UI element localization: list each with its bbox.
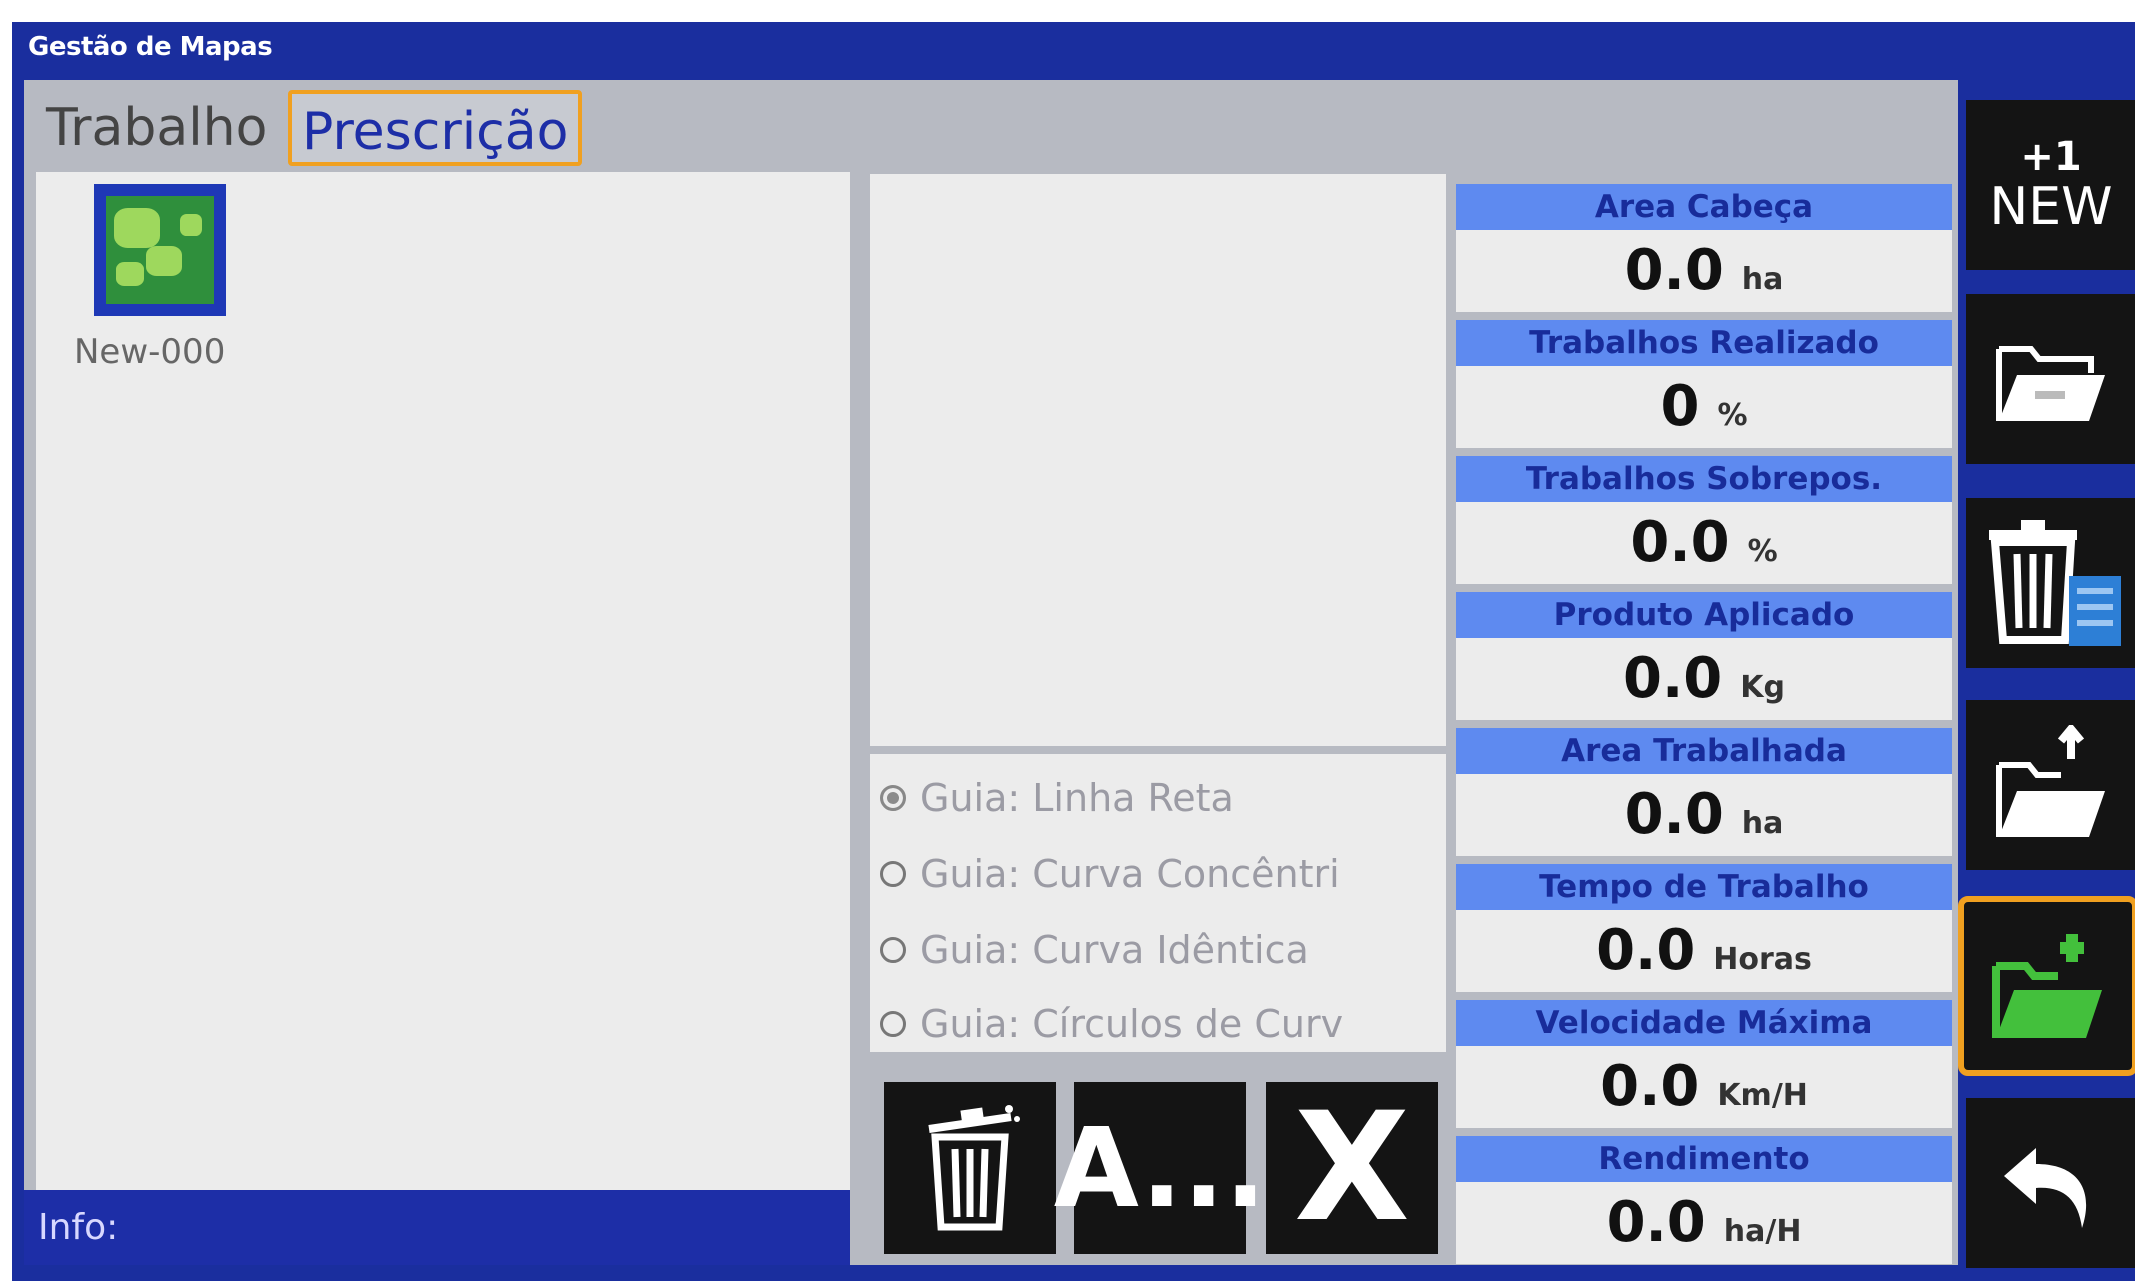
guide-option-circulos[interactable]: Guia: Círculos de Curv [880,994,1343,1054]
tab-prescricao[interactable]: Prescrição [288,90,583,166]
stat-tempo-de-trabalho: Tempo de Trabalho 0.0 Horas [1450,864,1958,992]
stat-value: 0.0 Km/H [1456,1046,1952,1128]
stat-title: Rendimento [1456,1136,1952,1182]
stat-unit: ha [1741,262,1784,297]
stat-title: Trabalhos Sobrepos. [1456,456,1952,502]
stat-value: 0.0 Kg [1456,638,1952,720]
stat-number: 0.0 [1600,1054,1700,1119]
stat-number: 0.0 [1623,646,1723,711]
map-preview [870,174,1446,746]
stat-unit: Km/H [1717,1078,1808,1113]
stat-title: Area Cabeça [1456,184,1952,230]
back-button[interactable] [1966,1098,2135,1268]
guide-option-linha-reta[interactable]: Guia: Linha Reta [880,768,1234,828]
stat-number: 0.0 [1624,238,1724,303]
stat-value: 0.0 ha/H [1456,1182,1952,1264]
stat-unit: % [1747,534,1778,569]
map-list[interactable]: New-000 [36,172,850,1190]
tab-trabalho[interactable]: Trabalho [36,90,277,166]
guide-label: Guia: Círculos de Curv [920,1002,1344,1046]
stat-title: Trabalhos Realizado [1456,320,1952,366]
folder-open-icon [1996,346,2105,421]
stat-unit: % [1717,398,1748,433]
stat-rendimento: Rendimento 0.0 ha/H [1450,1136,1958,1264]
back-arrow-icon [2004,1148,2087,1228]
stat-unit: ha [1741,806,1784,841]
guide-label: Guia: Linha Reta [920,776,1234,820]
stat-trabalhos-realizado: Trabalhos Realizado 0% [1450,320,1958,448]
trash-icon [928,1105,1020,1231]
window-title: Gestão de Mapas [28,32,273,62]
stat-value: 0% [1456,366,1952,448]
new-plus-label: +1 [2020,134,2082,180]
stat-number: 0 [1660,374,1700,439]
delete-list-button[interactable] [1966,498,2135,668]
stat-trabalhos-sobrepos: Trabalhos Sobrepos. 0.0% [1450,456,1958,584]
main-panel: Trabalho Prescrição New-000 Info: Guia: … [24,80,1958,1265]
radio-icon[interactable] [880,936,906,963]
trash-list-icon [1989,520,2121,646]
import-folder-button[interactable] [1966,700,2135,870]
radio-icon[interactable] [880,1010,906,1037]
guide-label: Guia: Curva Idêntica [920,928,1309,972]
new-map-button[interactable]: +1 NEW [1966,100,2135,270]
stat-title: Produto Aplicado [1456,592,1952,638]
stat-unit: Horas [1713,942,1812,977]
stat-value: 0.0% [1456,502,1952,584]
stat-area-trabalhada: Area Trabalhada 0.0 ha [1450,728,1958,856]
stat-value: 0.0 ha [1456,774,1952,856]
add-folder-button[interactable] [1958,896,2135,1076]
folder-add-icon [1992,934,2102,1038]
delete-map-button[interactable] [884,1082,1056,1254]
stat-value: 0.0 ha [1456,230,1952,312]
rename-button[interactable]: A... [1054,1082,1266,1254]
stat-area-cabeca: Area Cabeça 0.0 ha [1450,184,1958,312]
guide-option-curva-identica[interactable]: Guia: Curva Idêntica [880,920,1309,980]
guide-option-curva-concentrica[interactable]: Guia: Curva Concêntri [880,844,1340,904]
radio-icon[interactable] [880,860,906,887]
stat-number: 0.0 [1596,918,1696,983]
map-icon[interactable] [94,184,226,316]
map-item-label[interactable]: New-000 [74,332,225,372]
stat-number: 0.0 [1624,782,1724,847]
stat-number: 0.0 [1630,510,1730,575]
stat-number: 0.0 [1606,1190,1706,1255]
close-button[interactable]: X [1266,1081,1438,1255]
stats-panel: Area Cabeça 0.0 ha Trabalhos Realizado 0%… [1450,184,1958,1272]
folder-upload-icon [1996,725,2105,837]
radio-checked-icon[interactable] [880,784,906,811]
new-label: NEW [1989,177,2113,237]
guide-label: Guia: Curva Concêntri [920,852,1340,896]
stat-title: Area Trabalhada [1456,728,1952,774]
stat-velocidade-maxima: Velocidade Máxima 0.0 Km/H [1450,1000,1958,1128]
stat-unit: Kg [1740,670,1785,705]
stat-produto-aplicado: Produto Aplicado 0.0 Kg [1450,592,1958,720]
stat-unit: ha/H [1723,1214,1802,1249]
stat-title: Velocidade Máxima [1456,1000,1952,1046]
open-folder-button[interactable] [1966,294,2135,464]
info-bar: Info: [24,1190,850,1265]
stat-value: 0.0 Horas [1456,910,1952,992]
stat-title: Tempo de Trabalho [1456,864,1952,910]
guide-options: Guia: Linha Reta Guia: Curva Concêntri G… [870,754,1446,1052]
screen: Gestão de Mapas Trabalho Prescrição New-… [12,22,2135,1281]
